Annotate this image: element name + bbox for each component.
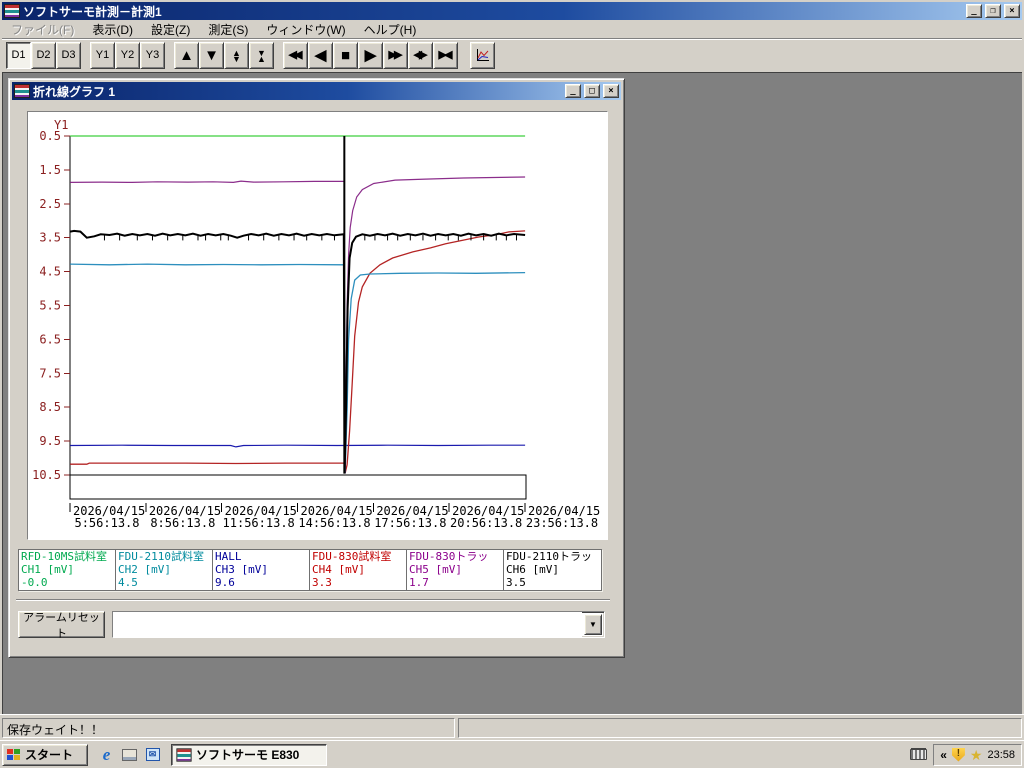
start-button-label: スタート xyxy=(25,748,74,762)
minimize-button[interactable]: _ xyxy=(966,4,982,18)
application-window: ソフトサーモ計測－計測1 _ ❐ × ファイル(F) 表示(D) 設定(Z) 測定(S… xyxy=(0,0,1024,768)
toolbar-button-d1[interactable]: D1 xyxy=(6,42,31,69)
svg-text:Y1: Y1 xyxy=(54,118,68,132)
svg-text:8.5: 8.5 xyxy=(39,400,61,414)
close-button[interactable]: × xyxy=(1004,4,1020,18)
internet-explorer-icon[interactable]: e xyxy=(98,745,115,764)
svg-text:14:56:13.8: 14:56:13.8 xyxy=(298,516,370,530)
taskbar-clock: 23:58 xyxy=(987,748,1015,761)
restore-button[interactable]: ❐ xyxy=(985,4,1001,18)
menu-item-3[interactable]: 測定(S) xyxy=(199,19,257,40)
stop-button[interactable]: ■ xyxy=(333,42,358,69)
graph-settings-button[interactable] xyxy=(470,42,495,69)
svg-text:5:56:13.8: 5:56:13.8 xyxy=(74,516,139,530)
svg-text:11:56:13.8: 11:56:13.8 xyxy=(223,516,295,530)
legend-channel-3: HALL CH3 [mV] 9.6 xyxy=(213,550,310,590)
security-shield-icon[interactable] xyxy=(951,747,965,762)
graph-close-button[interactable]: × xyxy=(603,84,619,98)
taskbar-app-icon xyxy=(176,747,192,762)
taskbar-app-label: ソフトサーモ E830 xyxy=(196,748,300,762)
legend-channel-2: FDU-2110試料室 CH2 [mV] 4.5 xyxy=(116,550,213,590)
chart-panel: 0.5 1.5 2.5 3.5 4.5 5.5 6.5 7.5 8.5 9.5 10.5 Y1 2026… xyxy=(27,111,608,540)
svg-text:7.5: 7.5 xyxy=(39,366,61,380)
toolbar-button-y2[interactable]: Y2 xyxy=(115,42,140,69)
svg-text:9.5: 9.5 xyxy=(39,434,61,448)
svg-text:17:56:13.8: 17:56:13.8 xyxy=(374,516,446,530)
star-icon[interactable]: ★ xyxy=(970,748,983,762)
svg-text:5.5: 5.5 xyxy=(39,299,61,313)
status-panel-secondary xyxy=(458,718,1022,738)
window-title: ソフトサーモ計測－計測1 xyxy=(23,4,162,19)
svg-text:2.5: 2.5 xyxy=(39,197,61,211)
toolbar-button-y3[interactable]: Y3 xyxy=(140,42,165,69)
status-message: 保存ウェイト！！ xyxy=(2,718,455,738)
tray-chevron-icon[interactable]: « xyxy=(940,748,947,762)
graph-window-client: 0.5 1.5 2.5 3.5 4.5 5.5 6.5 7.5 8.5 9.5 10.5 Y1 2026… xyxy=(12,100,621,655)
line-chart: 0.51.52.53.54.55.56.57.58.59.510.5Y12026… xyxy=(32,118,600,530)
windows-logo-icon xyxy=(7,748,21,761)
taskbar-app-button[interactable]: ソフトサーモ E830 xyxy=(171,743,327,766)
menu-bar: ファイル(F) 表示(D) 設定(Z) 測定(S) ウィンドウ(W) ヘルプ(H) xyxy=(2,20,1022,38)
tray-panel: « ★ 23:58 xyxy=(933,743,1022,766)
svg-text:20:56:13.8: 20:56:13.8 xyxy=(450,516,522,530)
taskbar: スタート e ✉ ソフトサーモ E830 « ★ 23:58 xyxy=(0,740,1024,768)
svg-text:1.5: 1.5 xyxy=(39,163,61,177)
message-combobox[interactable]: ▼ xyxy=(112,611,605,638)
status-bar: 保存ウェイト！！ xyxy=(0,714,1024,740)
menu-item-4[interactable]: ウィンドウ(W) xyxy=(257,19,354,40)
legend-channel-4: FDU-830試料室 CH4 [mV] 3.3 xyxy=(310,550,407,590)
controls-separator xyxy=(16,599,610,601)
svg-text:4.5: 4.5 xyxy=(39,265,61,279)
mini-chart-icon xyxy=(477,49,489,61)
toolbar-button-d3[interactable]: D3 xyxy=(56,42,81,69)
menu-item-0: ファイル(F) xyxy=(11,22,75,37)
svg-text:23:56:13.8: 23:56:13.8 xyxy=(526,516,598,530)
graph-maximize-button[interactable]: □ xyxy=(584,84,600,98)
scroll-up-button[interactable]: ▲ xyxy=(174,42,199,69)
system-tray: « ★ 23:58 xyxy=(910,743,1022,766)
svg-text:8:56:13.8: 8:56:13.8 xyxy=(150,516,215,530)
graph-window-icon xyxy=(14,84,30,98)
step-forward-button[interactable]: ▶ xyxy=(358,42,383,69)
menu-item-2[interactable]: 設定(Z) xyxy=(142,19,199,40)
show-desktop-icon[interactable] xyxy=(121,746,138,763)
legend-channel-5: FDU-830トラッ CH5 [mV] 1.7 xyxy=(407,550,504,590)
combobox-value[interactable] xyxy=(113,612,582,637)
quick-launch: e ✉ xyxy=(98,745,161,764)
main-titlebar: ソフトサーモ計測－計測1 _ ❐ × xyxy=(2,2,1022,20)
svg-text:10.5: 10.5 xyxy=(32,468,61,482)
toolbar: D1 D2 D3 Y1 Y2 Y3 ▲ ▼ ▲ ▼ ▼ ▲ ◀◀ ◀ ■ ▶ ▶▶ ◀▶ ▶◀ xyxy=(2,38,1022,72)
menu-item-1[interactable]: 表示(D) xyxy=(83,19,142,40)
start-button[interactable]: スタート xyxy=(2,743,88,766)
keyboard-layout-icon[interactable] xyxy=(910,749,928,760)
graph-minimize-button[interactable]: _ xyxy=(565,84,581,98)
toolbar-button-d2[interactable]: D2 xyxy=(31,42,56,69)
legend-channel-6: FDU-2110トラッ CH6 [mV] 3.5 xyxy=(504,550,601,590)
fast-rewind-button[interactable]: ◀◀ xyxy=(283,42,308,69)
alarm-reset-button[interactable]: アラームリセット xyxy=(18,611,105,640)
toolbar-button-y1[interactable]: Y1 xyxy=(90,42,115,69)
menu-item-5[interactable]: ヘルプ(H) xyxy=(355,19,426,40)
mdi-client-area: 折れ線グラフ 1 _ □ × 0.5 1.5 2.5 3.5 4.5 5.5 6.5 7.5 8… xyxy=(2,72,1022,714)
expand-vertical-button[interactable]: ▲ ▼ xyxy=(224,42,249,69)
combobox-dropdown-icon[interactable]: ▼ xyxy=(584,614,602,635)
graph-window: 折れ線グラフ 1 _ □ × 0.5 1.5 2.5 3.5 4.5 5.5 6.5 7.5 8… xyxy=(8,78,625,658)
expand-horizontal-button[interactable]: ◀▶ xyxy=(408,42,433,69)
graph-window-titlebar: 折れ線グラフ 1 _ □ × xyxy=(12,82,621,100)
app-icon xyxy=(4,4,20,18)
graph-window-title: 折れ線グラフ 1 xyxy=(33,84,116,99)
channel-legend: RFD-10MS試料室 CH1 [mV] -0.0 FDU-2110試料室 CH2 [m… xyxy=(18,549,602,591)
fast-forward-button[interactable]: ▶▶ xyxy=(383,42,408,69)
scroll-down-button[interactable]: ▼ xyxy=(199,42,224,69)
compress-vertical-button[interactable]: ▼ ▲ xyxy=(249,42,274,69)
legend-channel-1: RFD-10MS試料室 CH1 [mV] -0.0 xyxy=(19,550,116,590)
svg-text:3.5: 3.5 xyxy=(39,231,61,245)
step-back-button[interactable]: ◀ xyxy=(308,42,333,69)
outlook-express-icon[interactable]: ✉ xyxy=(144,746,161,763)
compress-horizontal-button[interactable]: ▶◀ xyxy=(433,42,458,69)
svg-text:6.5: 6.5 xyxy=(39,332,61,346)
